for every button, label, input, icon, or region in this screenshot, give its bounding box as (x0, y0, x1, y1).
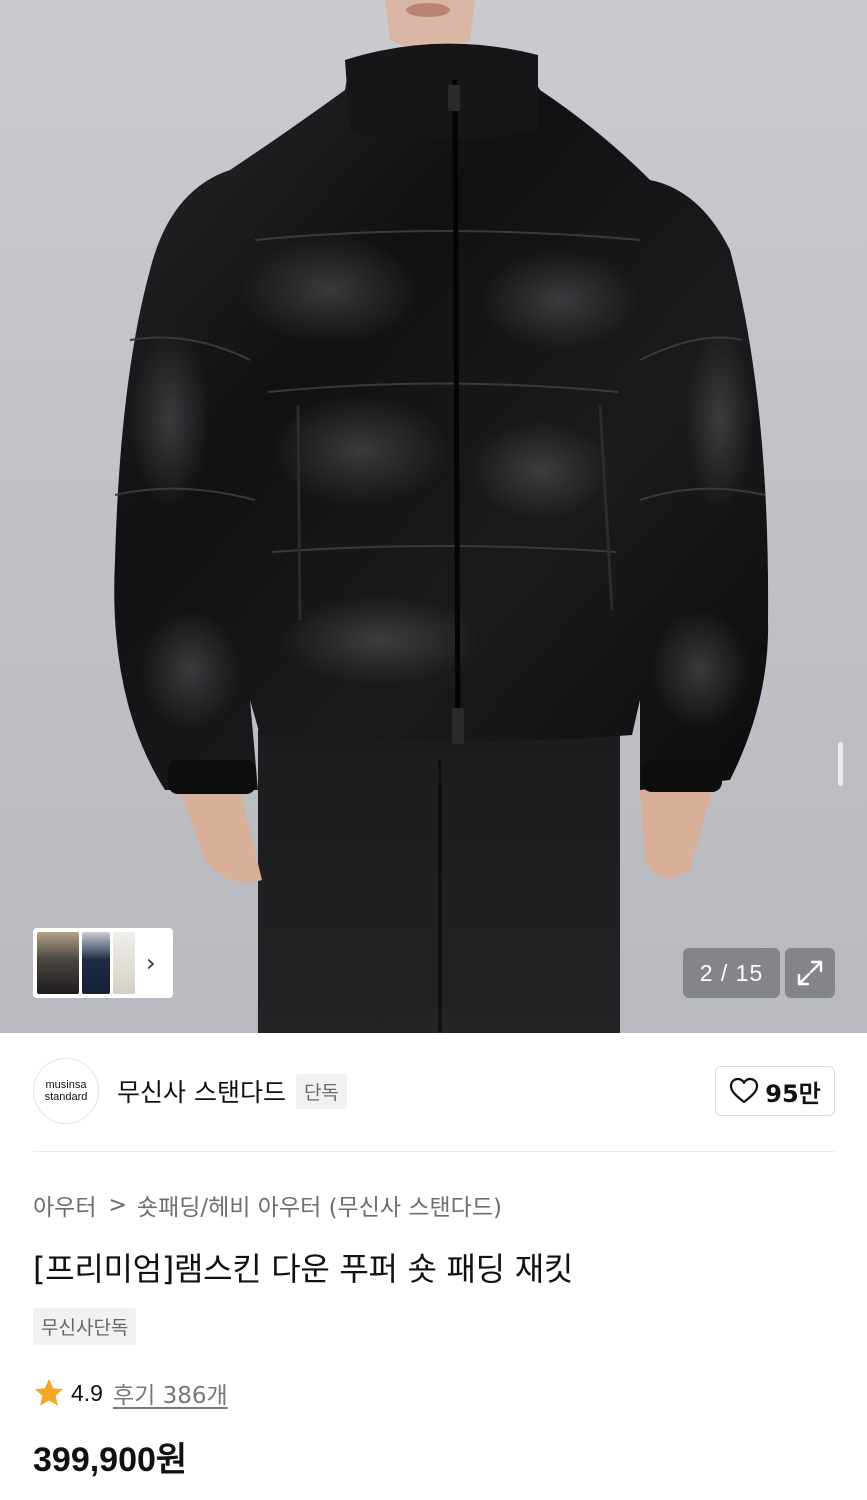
price-amount: 399,900 (33, 1441, 156, 1479)
gallery-scroll-indicator (838, 742, 843, 786)
price-currency: 원 (155, 1440, 188, 1480)
breadcrumb-category[interactable]: 아우터 (33, 1188, 96, 1222)
navy-jacket-thumb[interactable] (82, 932, 110, 994)
rating-value: 4.9 (71, 1379, 103, 1406)
product-price: 399,900원 (33, 1432, 187, 1481)
chevron-right-icon[interactable]: › (146, 951, 156, 975)
brand-exclusive-tag: 단독 (295, 1073, 347, 1109)
expand-image-button[interactable] (785, 948, 835, 998)
breadcrumb-subcategory[interactable]: 숏패딩/헤비 아우터 (무신사 스탠다드) (137, 1188, 502, 1222)
like-count: 95만 (765, 1079, 821, 1108)
breadcrumb-separator: > (108, 1192, 127, 1218)
product-image-gallery[interactable]: › 2 / 15 (0, 0, 867, 1033)
divider (33, 1151, 835, 1152)
rating-row: 4.9 후기 386개 (33, 1376, 228, 1410)
product-photo (114, 0, 769, 1033)
heart-outline-icon (730, 1077, 759, 1104)
product-title: [프리미엄]램스킨 다운 푸퍼 숏 패딩 재킷 (33, 1250, 573, 1288)
color-variant-thumbnails[interactable]: › (33, 928, 173, 998)
ivory-jacket-thumb[interactable] (113, 932, 135, 994)
review-count-link[interactable]: 후기 386개 (113, 1376, 228, 1410)
expand-arrows-icon (797, 960, 823, 986)
brand-row: musinsa standard 무신사 스탠다드 단독 95만 (33, 1058, 835, 1124)
like-button[interactable]: 95만 (715, 1066, 835, 1116)
brand-name-link[interactable]: 무신사 스탠다드 (117, 1073, 286, 1109)
breadcrumb: 아우터 > 숏패딩/헤비 아우터 (무신사 스탠다드) (33, 1188, 502, 1222)
image-counter: 2 / 15 (683, 948, 780, 998)
black-jacket-thumb[interactable] (37, 932, 79, 994)
brand-logo-line1: musinsa (45, 1079, 87, 1091)
brand-logo[interactable]: musinsa standard (33, 1058, 99, 1124)
star-icon (35, 1379, 63, 1406)
brand-logo-line2: standard (44, 1091, 88, 1103)
exclusive-badge: 무신사단독 (33, 1308, 137, 1345)
